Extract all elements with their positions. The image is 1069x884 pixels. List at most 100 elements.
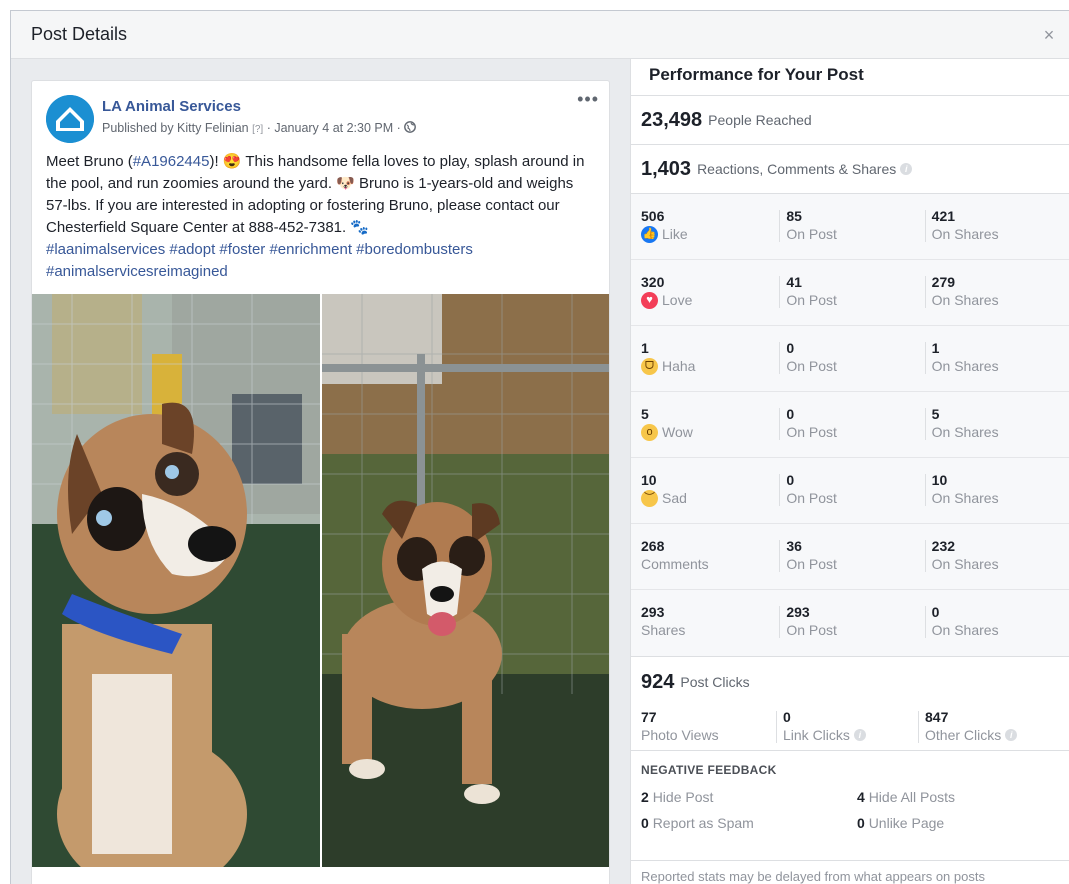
like-on-shares: 421 [931,208,956,224]
hide-all-posts-stat: 4 Hide All Posts [857,789,956,805]
love-total: 320 [641,274,665,290]
on-shares-label: On Shares [931,556,999,572]
on-shares-label: On Shares [931,490,999,506]
info-icon[interactable]: i [900,163,913,175]
haha-on-post: 0 [786,340,795,356]
close-icon[interactable]: × [1039,25,1059,45]
people-reached-row: 23,498 People Reached [631,96,1069,145]
reaction-row-love: 320 ♥ Love 41 On Post 279 On Shares [631,260,1069,326]
shares-total: 293 [641,604,665,620]
comments-on-shares: 232 [931,538,956,554]
dog-photo-left[interactable] [32,294,320,867]
performance-panel: Performance for Your Post 23,498 People … [630,59,1069,884]
on-post-label: On Post [786,358,837,374]
haha-label: Haha [662,358,696,374]
shares-on-shares: 0 [931,604,940,620]
sad-total: 10 [641,472,657,488]
link-clicks-value: 0 [783,709,791,725]
on-shares-label: On Shares [931,358,999,374]
on-post-label: On Post [786,424,837,440]
like-total: 506 [641,208,665,224]
wow-on-shares: 5 [931,406,940,422]
photo-views-value: 77 [641,709,657,725]
on-shares-label: On Shares [931,226,999,242]
on-shares-label: On Shares [931,424,999,440]
more-options-icon[interactable]: ••• [577,89,599,110]
other-clicks-value: 847 [925,709,949,725]
post-clicks-label: Post Clicks [680,674,750,690]
hashtags[interactable]: #laanimalservices #adopt #foster #enrich… [46,241,473,280]
on-post-label: On Post [786,490,837,506]
animal-id-link[interactable]: #A1962445 [133,153,210,170]
comments-total: 268 [641,538,665,554]
page-avatar[interactable] [46,95,94,143]
unlike-page-stat: 0 Unlike Page [857,815,945,831]
engagement-value: 1,403 [641,157,692,180]
performance-title: Performance for Your Post [631,59,1069,96]
on-post-label: On Post [786,292,837,308]
post-card: LA Animal Services Published by Kitty Fe… [31,80,610,884]
dog-photo-right[interactable] [322,294,609,867]
post-details-modal: Post Details × LA Animal Services Publis… [10,10,1069,884]
info-icon[interactable]: i [853,729,866,741]
shares-on-post: 293 [786,604,810,620]
people-reached-label: People Reached [708,112,812,128]
on-post-label: On Post [786,622,837,638]
haha-icon: ᗜ [641,357,658,375]
love-label: Love [662,292,693,308]
haha-total: 1 [641,340,649,356]
modal-header: Post Details [11,11,1069,59]
comments-label: Comments [641,556,709,572]
shares-row: 293 Shares 293 On Post 0 On Shares [631,590,1069,656]
wow-label: Wow [662,424,693,440]
post-message: Meet Bruno (#A1962445)! 😍 This handsome … [46,151,594,283]
post-byline: Published by Kitty Felinian [?] · Januar… [102,121,417,135]
sad-on-shares: 10 [931,472,948,488]
wow-total: 5 [641,406,649,422]
haha-on-shares: 1 [931,340,940,356]
negative-feedback-title: NEGATIVE FEEDBACK [641,763,777,777]
report-spam-stat: 0 Report as Spam [641,815,754,831]
wow-on-post: 0 [786,406,795,422]
negative-feedback-section: NEGATIVE FEEDBACK 2 Hide Post 4 Hide All… [631,751,1069,861]
comments-on-post: 36 [786,538,802,554]
sad-label: Sad [662,490,687,506]
people-reached-value: 23,498 [641,108,703,131]
sad-icon: ︶ [641,489,658,507]
info-icon[interactable]: i [1005,729,1018,741]
post-text-part: Meet Bruno ( [46,153,133,170]
other-clicks-label: Other Clicks [925,727,1002,743]
post-photos [32,294,609,867]
on-post-label: On Post [786,226,837,242]
post-clicks-value: 924 [641,670,675,693]
on-post-label: On Post [786,556,837,572]
reaction-row-sad: 10 ︶ Sad 0 On Post 10 On Shares [631,458,1069,524]
shares-label: Shares [641,622,686,638]
love-on-shares: 279 [931,274,956,290]
stats-disclaimer: Reported stats may be delayed from what … [641,869,985,884]
hide-post-stat: 2 Hide Post [641,789,714,805]
reaction-row-like: 506 👍 Like 85 On Post 421 On Shares [631,194,1069,260]
help-marker[interactable]: [?] [252,124,263,135]
like-icon: 👍 [641,225,658,243]
engagement-row: 1,403 Reactions, Comments & Shares i [631,145,1069,194]
link-clicks-label: Link Clicks [783,727,850,743]
engagement-label: Reactions, Comments & Shares [697,161,897,177]
photo-views-label: Photo Views [641,727,719,743]
comments-row: 268 Comments 36 On Post 232 On Shares [631,524,1069,590]
reaction-row-haha: 1 ᗜ Haha 0 On Post 1 On Shares [631,326,1069,392]
on-shares-label: On Shares [931,292,999,308]
on-shares-label: On Shares [931,622,999,638]
wow-icon: o [641,423,658,441]
globe-icon [404,121,417,133]
post-clicks-section: 924 Post Clicks 77 Photo Views 0 Link Cl… [631,657,1069,751]
published-by: Published by Kitty Felinian [102,121,249,135]
reactions-breakdown: 506 👍 Like 85 On Post 421 On Shares 320 ♥… [631,194,1069,657]
post-header: LA Animal Services Published by Kitty Fe… [46,89,598,145]
sad-on-post: 0 [786,472,795,488]
page-name-link[interactable]: LA Animal Services [102,98,241,115]
reaction-row-wow: 5 o Wow 0 On Post 5 On Shares [631,392,1069,458]
post-date[interactable]: · January 4 at 2:30 PM · [267,121,401,135]
like-label: Like [662,226,688,242]
love-on-post: 41 [786,274,802,290]
